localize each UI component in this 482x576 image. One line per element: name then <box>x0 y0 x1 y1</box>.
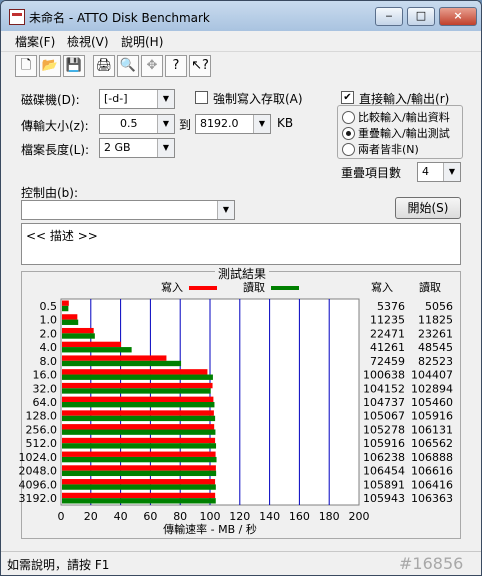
read-bar <box>62 470 217 477</box>
read-value-label: 106363 <box>411 492 453 505</box>
write-bar <box>62 314 78 320</box>
read-bar <box>62 319 79 325</box>
write-bar <box>62 437 216 444</box>
x-tick-label: 0 <box>58 510 65 523</box>
read-value-label: 106416 <box>411 478 453 491</box>
write-value-label: 105891 <box>363 478 405 491</box>
write-value-label: 105278 <box>363 423 405 436</box>
y-tick-label: 2.0 <box>40 327 58 340</box>
write-value-label: 100638 <box>363 369 405 382</box>
write-value-label: 105916 <box>363 437 405 450</box>
x-tick-label: 180 <box>319 510 340 523</box>
read-value-label: 102894 <box>411 382 453 395</box>
y-tick-label: 32.0 <box>33 382 58 395</box>
read-value-label: 105460 <box>411 396 453 409</box>
x-tick-label: 200 <box>349 510 370 523</box>
read-bar <box>62 484 216 490</box>
status-bar: 如需說明，請按 F1 #16856 <box>1 551 481 575</box>
write-bar <box>62 465 216 471</box>
y-tick-label: 1.0 <box>40 314 58 327</box>
legend-read-swatch <box>271 286 299 290</box>
y-tick-label: 128.0 <box>26 410 58 423</box>
read-value-label: 105916 <box>411 410 453 423</box>
y-tick-label: 4096.0 <box>19 478 58 491</box>
write-value-label: 104737 <box>363 396 405 409</box>
read-bar <box>62 456 217 463</box>
read-value-label: 106616 <box>411 465 453 478</box>
x-tick-label: 60 <box>143 510 157 523</box>
y-tick-label: 256.0 <box>26 423 58 436</box>
write-value-label: 106454 <box>363 465 405 478</box>
x-axis-label: 傳輸速率 - MB / 秒 <box>163 522 257 536</box>
write-bar <box>62 341 122 348</box>
write-bar <box>62 396 214 402</box>
write-value-label: 104152 <box>363 382 405 395</box>
y-tick-label: 2048.0 <box>19 465 58 478</box>
x-tick-label: 120 <box>229 510 250 523</box>
y-tick-label: 3192.0 <box>19 492 58 505</box>
write-bar <box>62 492 216 499</box>
read-bar <box>62 374 213 380</box>
write-bar <box>62 451 216 457</box>
write-bar <box>62 382 213 389</box>
x-tick-label: 160 <box>289 510 310 523</box>
legend-write-label: 寫入 <box>161 280 183 294</box>
legend-read-label: 讀取 <box>243 280 265 294</box>
read-value-label: 106562 <box>411 437 453 450</box>
app-window: 未命名 - ATTO Disk Benchmark ‒ □ × 檔案(F) 檢視… <box>0 0 482 576</box>
read-value-label: 106131 <box>411 423 453 436</box>
read-value-label: 106888 <box>411 451 453 464</box>
read-bar <box>62 347 132 353</box>
write-bar <box>62 479 216 485</box>
read-bar <box>62 360 182 367</box>
read-column-header: 讀取 <box>419 280 441 294</box>
read-value-label: 104407 <box>411 369 453 382</box>
write-bar <box>62 355 167 361</box>
read-bar <box>62 429 216 435</box>
status-help-text: 如需說明，請按 F1 <box>7 558 110 572</box>
x-tick-label: 80 <box>173 510 187 523</box>
read-value-label: 23261 <box>418 327 453 340</box>
write-bar <box>62 410 214 416</box>
write-value-label: 5376 <box>377 300 405 313</box>
y-tick-label: 1024.0 <box>19 451 58 464</box>
write-column-header: 寫入 <box>371 280 393 294</box>
y-tick-label: 0.5 <box>40 300 58 313</box>
read-bar <box>62 498 216 504</box>
y-tick-label: 4.0 <box>40 341 58 354</box>
write-value-label: 106238 <box>363 451 405 464</box>
write-bar <box>62 327 94 334</box>
read-bar <box>62 402 215 408</box>
x-tick-label: 100 <box>200 510 221 523</box>
read-bar <box>62 388 211 394</box>
read-value-label: 82523 <box>418 355 453 368</box>
read-bar <box>62 415 216 422</box>
write-bar <box>62 424 215 430</box>
write-bar <box>62 300 69 306</box>
write-value-label: 105943 <box>363 492 405 505</box>
read-bar <box>62 443 217 449</box>
results-chart: 0 20 40 60 80 100 120 140 160 180 200 寫入 讀取 寫入 讀取 0.5 53… <box>19 280 454 536</box>
y-tick-label: 64.0 <box>33 396 58 409</box>
write-value-label: 22471 <box>370 327 405 340</box>
read-bar <box>62 333 95 339</box>
y-tick-label: 16.0 <box>33 369 58 382</box>
write-bar <box>62 369 208 375</box>
read-value-label: 5056 <box>425 300 453 313</box>
y-tick-label: 8.0 <box>40 355 58 368</box>
x-tick-label: 40 <box>114 510 128 523</box>
write-value-label: 72459 <box>370 355 405 368</box>
write-value-label: 11235 <box>370 314 405 327</box>
write-value-label: 105067 <box>363 410 405 423</box>
y-tick-label: 512.0 <box>26 437 58 450</box>
read-value-label: 11825 <box>418 314 453 327</box>
write-value-label: 41261 <box>370 341 405 354</box>
legend-write-swatch <box>189 286 217 290</box>
x-tick-label: 20 <box>84 510 98 523</box>
read-bar <box>62 305 69 312</box>
read-value-label: 48545 <box>418 341 453 354</box>
watermark-text: #16856 <box>399 554 464 573</box>
x-tick-label: 140 <box>259 510 280 523</box>
